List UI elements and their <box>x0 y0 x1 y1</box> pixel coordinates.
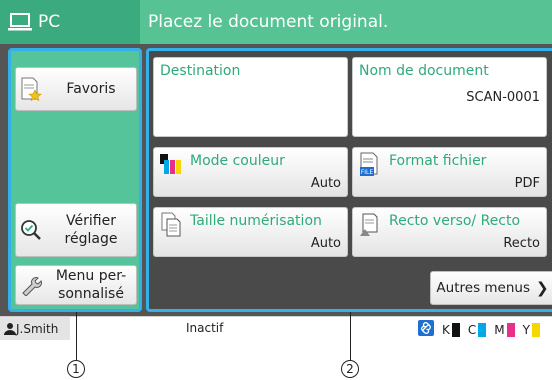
color-mode-tile[interactable]: Mode couleur Auto <box>153 147 348 197</box>
ink-y-letter: Y <box>522 322 530 337</box>
ink-y-swatch <box>531 322 540 337</box>
machine-status: Inactif <box>186 321 224 335</box>
settings-panel: Destination Nom de document SCAN-0001 Mo… <box>146 48 552 312</box>
chevron-right-icon: ❯ <box>536 279 549 297</box>
ink-c-letter: C <box>467 322 477 337</box>
ink-c: C <box>467 322 487 337</box>
ink-levels: K C M Y <box>418 320 540 339</box>
scan-size-value: Auto <box>310 236 341 251</box>
document-name-tile[interactable]: Nom de document SCAN-0001 <box>352 57 547 137</box>
callout-line-1 <box>76 312 77 360</box>
user-name: J.Smith <box>16 321 59 336</box>
ink-k: K <box>442 322 460 337</box>
left-column: Favoris Vérifier réglage Menu per- sonna… <box>8 48 142 312</box>
link-icon <box>418 320 434 339</box>
duplex-label: Recto verso/ Recto <box>389 213 521 229</box>
mode-tab[interactable]: PC <box>0 0 140 44</box>
file-tag-text: FILE <box>361 169 374 176</box>
color-mode-value: Auto <box>310 176 341 191</box>
destination-label: Destination <box>160 63 241 79</box>
callout-number-2: 2 <box>341 360 359 378</box>
custom-menu-label: Menu per- sonnalisé <box>55 268 127 302</box>
ink-c-swatch <box>478 322 487 337</box>
user-indicator[interactable]: J.Smith <box>0 317 70 340</box>
document-name-value: SCAN-0001 <box>466 90 540 105</box>
wrench-icon <box>16 274 46 296</box>
more-menus-button[interactable]: Autres menus ❯ <box>430 271 552 305</box>
ink-k-swatch <box>451 322 460 337</box>
scan-size-icon <box>158 212 184 242</box>
magnifier-check-icon <box>16 219 46 241</box>
callout-line-2 <box>350 312 351 360</box>
ink-m-letter: M <box>494 322 505 337</box>
ink-k-letter: K <box>442 322 450 337</box>
file-format-icon: FILE <box>357 152 383 182</box>
verify-settings-button[interactable]: Vérifier réglage <box>15 203 137 257</box>
duplex-icon <box>357 212 383 242</box>
destination-tile[interactable]: Destination <box>153 57 348 137</box>
pc-icon <box>8 13 32 31</box>
document-name-label: Nom de document <box>359 63 489 79</box>
more-menus-label: Autres menus <box>436 280 530 296</box>
file-format-tile[interactable]: FILE Format fichier PDF <box>352 147 547 197</box>
color-mode-label: Mode couleur <box>190 153 285 169</box>
ink-y: Y <box>522 322 540 337</box>
callout-number-1: 1 <box>67 360 85 378</box>
file-format-label: Format fichier <box>389 153 487 169</box>
favorites-button[interactable]: Favoris <box>15 67 137 111</box>
verify-settings-label: Vérifier réglage <box>64 213 118 247</box>
duplex-value: Recto <box>503 236 540 251</box>
file-format-value: PDF <box>514 176 540 191</box>
favorites-label: Favoris <box>66 81 116 97</box>
color-mode-icon <box>158 152 184 180</box>
scan-size-label: Taille numérisation <box>190 213 322 229</box>
user-icon <box>4 323 16 335</box>
favorites-icon <box>16 77 46 101</box>
status-bar: J.Smith Inactif K C M Y <box>0 316 552 340</box>
ink-m-swatch <box>506 322 515 337</box>
duplex-tile[interactable]: Recto verso/ Recto Recto <box>352 207 547 257</box>
ink-m: M <box>494 322 515 337</box>
custom-menu-button[interactable]: Menu per- sonnalisé <box>15 265 137 305</box>
mode-label: PC <box>38 12 61 32</box>
scanner-screen: PC Placez le document original. Favoris <box>0 0 552 340</box>
header-message: Placez le document original. <box>140 0 552 44</box>
scan-size-tile[interactable]: Taille numérisation Auto <box>153 207 348 257</box>
